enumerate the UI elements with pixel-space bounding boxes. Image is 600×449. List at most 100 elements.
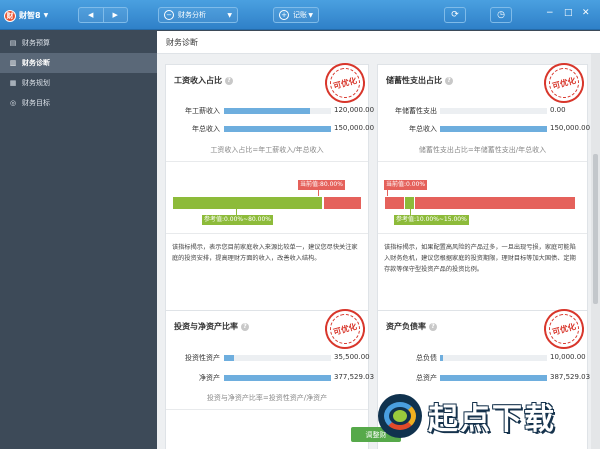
metric-bar-fill [224, 108, 310, 114]
metric-bar-track [224, 126, 331, 132]
maximize-button[interactable]: □ [564, 8, 573, 18]
sidebar-item-diagnosis[interactable]: ▥ 财务诊断 [0, 53, 157, 73]
metric-row: 净资产 377,529.03 [166, 373, 374, 383]
refresh-button[interactable]: ⟳ [444, 7, 466, 23]
reference-value-tag: 参考值:0.00%~80.00% [202, 215, 273, 225]
sidebar-item-goals[interactable]: ◎ 财务目标 [0, 93, 157, 113]
plan-icon: ▦ [9, 79, 17, 87]
add-record-button[interactable]: + 记账 ▼ [273, 7, 319, 23]
card-title-text: 工资收入占比 [174, 76, 222, 85]
sidebar: ▤ 财务预算 ▥ 财务诊断 ▦ 财务规划 ◎ 财务目标 [0, 31, 157, 449]
metric-bar-track [224, 375, 331, 381]
divider [378, 233, 587, 234]
metric-bar-track [440, 108, 547, 114]
current-value-pointer [387, 190, 388, 196]
close-button[interactable]: ✕ [582, 8, 590, 18]
sidebar-item-budget[interactable]: ▤ 财务预算 [0, 33, 157, 53]
divider [166, 233, 368, 234]
card-title: 资产负债率? [386, 321, 437, 332]
metric-value: 387,529.03 [550, 373, 591, 381]
remaining-range-fill [324, 197, 361, 209]
metric-row: 年总收入 150,000.00 [378, 124, 591, 134]
scrollbar-thumb[interactable] [593, 154, 598, 304]
sidebar-item-label: 财务诊断 [22, 59, 50, 67]
metric-value: 35,500.00 [334, 353, 370, 361]
metric-value: 10,000.00 [550, 353, 586, 361]
divider [166, 161, 368, 162]
above-range-fill [415, 197, 575, 209]
clock-icon: ◷ [497, 10, 505, 20]
metric-row: 年工薪收入 120,000.00 [166, 106, 374, 116]
metric-label: 总资产 [416, 374, 437, 382]
minimize-button[interactable]: − [546, 8, 554, 18]
current-value-tag: 当前值:80.00% [298, 180, 345, 190]
divider [166, 409, 368, 410]
chevron-down-icon: ▼ [308, 11, 313, 19]
metric-label: 投资性资产 [185, 354, 220, 362]
reference-value-tag: 参考值:10.00%~15.00% [394, 215, 469, 225]
back-button[interactable]: ◀ [79, 8, 103, 22]
watermark-text: 起点下载 [428, 402, 556, 437]
help-icon[interactable]: ? [429, 323, 437, 331]
app-title: 财智8 [19, 11, 41, 20]
divider [378, 161, 587, 162]
metric-value: 0.00 [550, 106, 566, 114]
module-select[interactable]: − 财务分析 ▼ [158, 7, 238, 23]
formula-text: 储蓄性支出占比=年储蓄性支出/年总收入 [418, 146, 547, 154]
history-button[interactable]: ◷ [490, 7, 512, 23]
metric-row: 总资产 387,529.03 [378, 373, 591, 383]
help-icon[interactable]: ? [445, 77, 453, 85]
title-bar: 财 财智8 ▼ ◀ ▶ − 财务分析 ▼ + 记账 ▼ ⟳ ◷ − □ ✕ [0, 0, 600, 30]
metric-label: 总负债 [416, 354, 437, 362]
metric-bar-track [224, 355, 331, 361]
card-savings-expense-ratio: 储蓄性支出占比? 可优化 年储蓄性支出 0.00 年总收入 150,000.00… [377, 58, 591, 335]
diagnosis-icon: ▥ [9, 59, 17, 67]
card-title: 储蓄性支出占比? [386, 75, 453, 86]
formula-text: 投资与净资产比率=投资性资产/净资产 [206, 394, 328, 402]
diagnosis-description: 该指标揭示，表示您目前家庭收入来源比较单一，建议您尽快关注家庭的投资安排，提高理… [172, 244, 358, 262]
vertical-scrollbar[interactable] [591, 54, 600, 449]
refresh-icon: ⟳ [451, 10, 459, 20]
card-wage-income-ratio: 工资收入占比? 可优化 年工薪收入 120,000.00 年总收入 150,00… [165, 58, 374, 335]
current-value-pointer [318, 190, 319, 196]
card-title: 投资与净资产比率? [174, 321, 249, 332]
metric-row: 年总收入 150,000.00 [166, 124, 374, 134]
card-title-text: 投资与净资产比率 [174, 322, 238, 331]
budget-icon: ▤ [9, 39, 17, 47]
watermark-logo: 起点下载 [378, 392, 590, 440]
metric-label: 年工薪收入 [185, 107, 220, 115]
target-icon: ◎ [9, 99, 17, 107]
history-nav: ◀ ▶ [78, 7, 128, 23]
help-icon[interactable]: ? [225, 77, 233, 85]
optimizable-stamp: 可优化 [320, 58, 370, 108]
metric-bar-fill [224, 126, 331, 132]
metric-bar-fill [224, 355, 234, 361]
sidebar-item-label: 财务规划 [22, 79, 50, 87]
card-investment-net-asset-ratio: 投资与净资产比率? 可优化 投资性资产 35,500.00 净资产 377,52… [165, 304, 374, 449]
ratio-bar [173, 197, 361, 209]
chevron-down-icon: ▼ [43, 12, 49, 19]
main-panel: 财务诊断 工资收入占比? 可优化 年工薪收入 120,000.00 年总收入 1… [157, 31, 600, 449]
metric-bar-track [440, 126, 547, 132]
forward-button[interactable]: ▶ [102, 8, 128, 22]
sidebar-item-planning[interactable]: ▦ 财务规划 [0, 73, 157, 93]
reference-range-fill [173, 197, 322, 209]
metric-row: 投资性资产 35,500.00 [166, 353, 370, 363]
ratio-bar [385, 197, 575, 209]
below-range-fill [385, 197, 404, 209]
app-menu-button[interactable]: 财 财智8 ▼ [4, 8, 48, 23]
help-icon[interactable]: ? [241, 323, 249, 331]
app-logo-icon: 财 [4, 9, 16, 22]
plus-circle-icon: + [279, 10, 289, 20]
optimizable-stamp: 可优化 [539, 58, 589, 108]
page-title: 财务诊断 [166, 37, 198, 47]
metric-label: 年储蓄性支出 [395, 107, 437, 115]
metric-row: 年储蓄性支出 0.00 [378, 106, 587, 116]
chevron-down-icon: ▼ [227, 11, 232, 19]
metric-value: 150,000.00 [550, 124, 591, 132]
minus-circle-icon: − [164, 10, 174, 20]
diagnosis-description: 该指标揭示，如果配置高风险的产品过多，一旦出现亏损，家庭可能陷入财务危机，建议您… [384, 244, 576, 273]
sidebar-item-label: 财务目标 [22, 99, 50, 107]
card-title-text: 储蓄性支出占比 [386, 76, 442, 85]
optimizable-stamp: 可优化 [320, 304, 370, 354]
